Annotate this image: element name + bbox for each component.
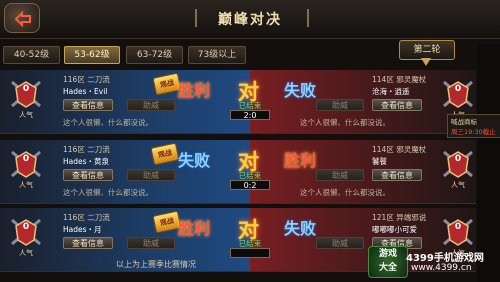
crossed-swords-icon bbox=[11, 218, 41, 246]
left-result: 失败 bbox=[178, 151, 211, 170]
crossed-swords-icon bbox=[443, 150, 473, 178]
notice-popup: 喊战商标 周三19:30截止 bbox=[447, 114, 500, 138]
right-popularity-value: 0 bbox=[454, 222, 462, 232]
row-divider bbox=[0, 133, 476, 134]
left-server: 116区 二刀流 bbox=[63, 213, 110, 222]
right-server: 114区 邪灵魔杖 bbox=[372, 145, 427, 154]
row-divider bbox=[0, 203, 476, 204]
right-cheer-button[interactable]: 助威 bbox=[316, 99, 364, 111]
left-player-name: Hades・黄泉 bbox=[63, 157, 110, 166]
right-cheer-button[interactable]: 助威 bbox=[316, 237, 364, 249]
match-row: 0 人气 116区 二刀流 Hades・黄泉 查看信息 助威 这个人很懒、什么都… bbox=[0, 140, 476, 204]
footer-note: 以上为上赛季比赛情况 bbox=[116, 260, 196, 269]
crossed-swords-icon bbox=[11, 80, 41, 108]
right-view-info-button[interactable]: 查看信息 bbox=[372, 169, 422, 181]
right-popularity-label: 人气 bbox=[451, 181, 465, 189]
left-player-name: Hades・月 bbox=[63, 225, 102, 234]
notice-line1: 喊战商标 bbox=[451, 118, 477, 126]
tab-53-62[interactable]: 53-62级 bbox=[64, 46, 120, 64]
right-cheer-button[interactable]: 助威 bbox=[316, 169, 364, 181]
tab-73-plus[interactable]: 73级以上 bbox=[188, 46, 246, 64]
right-popularity-value: 0 bbox=[454, 154, 462, 164]
watermark-site-url: www.4399.cn bbox=[411, 263, 472, 273]
match-row: 0 人气 116区 二刀流 Hades・Evil 查看信息 助威 这个人很懒、什… bbox=[0, 70, 476, 134]
watermark-logo-line1: 游戏 bbox=[378, 249, 397, 259]
crossed-swords-icon bbox=[443, 80, 473, 108]
notice-line2: 周三19:30截止 bbox=[451, 128, 496, 136]
match-score: 0:2 bbox=[230, 180, 270, 190]
left-popularity-emblem[interactable] bbox=[8, 76, 44, 112]
right-server: 114区 邪灵魔杖 bbox=[372, 75, 427, 84]
left-server: 116区 二刀流 bbox=[63, 75, 110, 84]
tab-40-52[interactable]: 40-52级 bbox=[3, 46, 60, 64]
left-popularity-label: 人气 bbox=[19, 111, 33, 119]
left-player-name: Hades・Evil bbox=[63, 87, 108, 96]
left-server: 116区 二刀流 bbox=[63, 145, 110, 154]
right-player-desc: 这个人很懒、什么都没说。 bbox=[300, 188, 390, 197]
match-score: 2:0 bbox=[230, 110, 270, 120]
right-view-info-button[interactable]: 查看信息 bbox=[372, 99, 422, 111]
left-popularity-value: 0 bbox=[22, 84, 30, 94]
left-view-info-button[interactable]: 查看信息 bbox=[63, 237, 113, 249]
left-popularity-emblem[interactable] bbox=[8, 214, 44, 250]
left-view-info-button[interactable]: 查看信息 bbox=[63, 99, 113, 111]
left-popularity-label: 人气 bbox=[19, 249, 33, 257]
round-select-button[interactable]: 第二轮 bbox=[399, 40, 455, 60]
left-cheer-button[interactable]: 助威 bbox=[127, 169, 175, 181]
right-player-name: 嘟嘟嘟小可爱 bbox=[372, 225, 417, 234]
right-server: 121区 异端邪说 bbox=[372, 213, 427, 222]
left-player-desc: 这个人很懒、什么都没说。 bbox=[63, 118, 153, 127]
side-panel bbox=[477, 44, 500, 282]
left-result: 胜利 bbox=[178, 219, 211, 238]
match-score bbox=[230, 248, 270, 258]
left-cheer-button[interactable]: 助威 bbox=[127, 237, 175, 249]
right-player-name: 饕餮 bbox=[372, 157, 387, 166]
right-player-name: 沧海・逍遥 bbox=[372, 87, 410, 96]
right-popularity-emblem[interactable] bbox=[440, 146, 476, 182]
left-result: 胜利 bbox=[178, 81, 211, 100]
left-popularity-value: 0 bbox=[22, 154, 30, 164]
right-popularity-value: 0 bbox=[454, 84, 462, 94]
tab-63-72[interactable]: 63-72级 bbox=[126, 46, 183, 64]
watermark-logo-line2: 大全 bbox=[378, 263, 397, 273]
crossed-swords-icon bbox=[11, 150, 41, 178]
left-player-desc: 这个人很懒、什么都没说。 bbox=[63, 188, 153, 197]
page-title: 巅峰对决 bbox=[218, 12, 282, 28]
right-popularity-emblem[interactable] bbox=[440, 214, 476, 250]
left-popularity-emblem[interactable] bbox=[8, 146, 44, 182]
right-player-desc: 这个人很懒、什么都没说。 bbox=[300, 118, 390, 127]
right-result: 失败 bbox=[284, 219, 317, 238]
left-cheer-button[interactable]: 助威 bbox=[127, 99, 175, 111]
watermark-site-name: 4399手机游戏网 bbox=[406, 253, 484, 264]
right-popularity-emblem[interactable] bbox=[440, 76, 476, 112]
crossed-swords-icon bbox=[443, 218, 473, 246]
left-popularity-label: 人气 bbox=[19, 181, 33, 189]
left-popularity-value: 0 bbox=[22, 222, 30, 232]
right-result: 胜利 bbox=[284, 151, 317, 170]
left-view-info-button[interactable]: 查看信息 bbox=[63, 169, 113, 181]
right-result: 失败 bbox=[284, 81, 317, 100]
watermark-logo: 游戏 大全 bbox=[368, 246, 408, 278]
chevron-down-icon bbox=[421, 58, 431, 66]
